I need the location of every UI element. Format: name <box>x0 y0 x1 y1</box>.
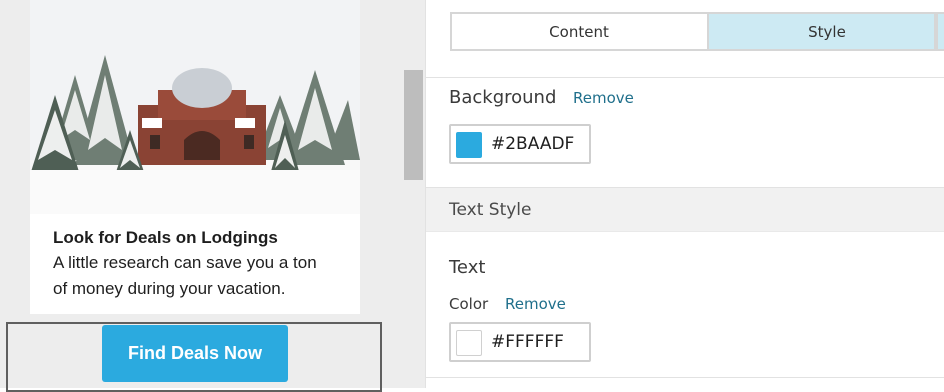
card-body-line-1: A little research can save you a ton <box>53 253 317 272</box>
block-settings-panel: Content Style Background Remove #2BAADF … <box>425 0 944 388</box>
background-remove-link[interactable]: Remove <box>573 89 634 107</box>
find-deals-button[interactable]: Find Deals Now <box>102 325 288 382</box>
background-color-value[interactable]: #2BAADF <box>491 126 574 162</box>
background-color-field[interactable]: #2BAADF <box>449 124 591 164</box>
card-image <box>30 0 360 214</box>
text-color-value[interactable]: #FFFFFF <box>491 324 564 360</box>
preview-scrollbar-track[interactable] <box>404 0 425 388</box>
card-text: Look for Deals on Lodgings A little rese… <box>53 226 343 302</box>
card-body-line-2: of money during your vacation. <box>53 279 286 298</box>
background-label: Background <box>449 87 557 108</box>
preview-scrollbar-thumb[interactable] <box>404 70 423 180</box>
background-color-swatch[interactable] <box>456 132 482 158</box>
divider-bottom <box>426 377 944 378</box>
text-style-section-header[interactable]: Text Style <box>426 187 944 232</box>
card-title: Look for Deals on Lodgings <box>53 228 278 247</box>
tabs-edge <box>934 12 938 51</box>
text-color-swatch[interactable] <box>456 330 482 356</box>
email-preview: Look for Deals on Lodgings A little rese… <box>0 0 404 392</box>
text-color-field[interactable]: #FFFFFF <box>449 322 591 362</box>
tab-content[interactable]: Content <box>452 14 706 49</box>
settings-tabs: Content Style <box>450 12 944 51</box>
tab-style[interactable]: Style <box>707 14 944 49</box>
text-style-label: Text Style <box>449 200 532 220</box>
text-label: Text <box>449 257 486 278</box>
text-color-label: Color <box>449 295 489 313</box>
divider <box>426 77 944 78</box>
article-card[interactable]: Look for Deals on Lodgings A little rese… <box>30 0 360 314</box>
text-color-remove-link[interactable]: Remove <box>505 295 566 313</box>
